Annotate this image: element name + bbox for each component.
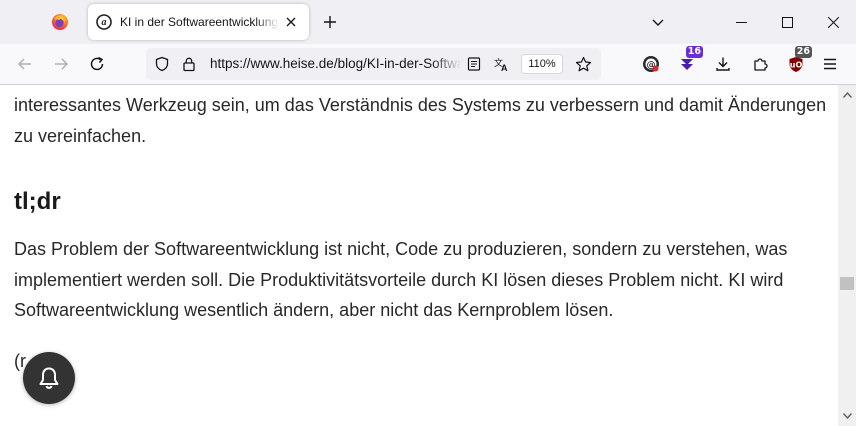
scrollbar-thumb[interactable] [840, 277, 854, 290]
reload-icon [90, 56, 104, 71]
puzzle-icon [754, 58, 768, 71]
page-content: interessantes Werkzeug sein, um das Vers… [0, 85, 838, 426]
new-tab-button[interactable] [318, 10, 342, 34]
reload-button[interactable] [83, 50, 111, 78]
blocked-count-badge: 26 [794, 46, 812, 58]
chevron-down-icon [652, 19, 664, 26]
tab-strip: a KI in der Softwareentwicklung: Kein gr… [0, 0, 856, 44]
ublock-origin-button[interactable]: uO 26 [782, 46, 812, 78]
app-menu-button[interactable] [816, 50, 844, 78]
window-minimize-button[interactable] [718, 0, 764, 44]
plus-icon [324, 16, 336, 28]
arrow-left-icon [17, 58, 31, 70]
container-extension-button[interactable]: @ [637, 50, 665, 78]
scroll-down-arrow-icon[interactable] [838, 408, 856, 424]
ublock-shield-icon: uO [789, 56, 803, 72]
firefox-view-tab[interactable] [44, 6, 76, 38]
scroll-up-arrow-icon[interactable] [838, 87, 856, 103]
svg-text:a: a [102, 17, 107, 28]
section-heading: tl;dr [14, 188, 61, 215]
svg-text:uO: uO [790, 60, 803, 69]
window-maximize-button[interactable] [764, 0, 810, 44]
notification-bell-button[interactable] [23, 352, 75, 404]
forward-button[interactable] [47, 50, 75, 78]
author-initials: (r [14, 351, 26, 371]
heise-favicon-icon: a [96, 14, 112, 30]
reader-view-icon[interactable] [464, 54, 484, 74]
close-icon [827, 16, 839, 28]
downloads-button[interactable] [709, 50, 737, 78]
translate-icon[interactable]: 文A [492, 54, 512, 74]
lock-icon[interactable] [179, 54, 199, 74]
download-manager-extension-button[interactable]: 16 [673, 46, 703, 78]
window-close-button[interactable] [810, 0, 856, 44]
bell-icon [39, 367, 59, 389]
close-icon[interactable] [281, 12, 301, 32]
article-paragraph: Das Problem der Softwareentwicklung ist … [14, 239, 788, 320]
list-all-tabs-button[interactable] [646, 10, 670, 34]
url-text[interactable]: https://www.heise.de/blog/KI-in-der-Soft… [210, 48, 462, 80]
svg-text:A: A [501, 63, 508, 72]
back-button[interactable] [11, 50, 39, 78]
maximize-icon [781, 16, 793, 28]
hamburger-menu-icon [824, 58, 836, 70]
vertical-scrollbar[interactable] [838, 85, 856, 426]
arrow-right-icon [55, 58, 69, 70]
bookmark-star-icon[interactable] [573, 54, 593, 74]
tracking-protection-shield-icon[interactable] [152, 54, 172, 74]
tab-title: KI in der Softwareentwicklung: Kein groß… [120, 15, 279, 29]
extensions-button[interactable] [746, 50, 774, 78]
article-paragraph: interessantes Werkzeug sein, um das Vers… [14, 95, 827, 146]
firefox-logo-icon [52, 14, 68, 30]
download-icon [716, 57, 730, 71]
zoom-reset-button[interactable]: 110% [521, 54, 563, 74]
address-bar[interactable]: https://www.heise.de/blog/KI-in-der-Soft… [146, 48, 601, 80]
at-sign-icon: @ [643, 56, 659, 72]
minimize-icon [735, 21, 747, 23]
navigation-toolbar: https://www.heise.de/blog/KI-in-der-Soft… [0, 44, 856, 85]
extension-count-badge: 16 [685, 46, 703, 58]
tab-active[interactable]: a KI in der Softwareentwicklung: Kein gr… [88, 4, 309, 40]
